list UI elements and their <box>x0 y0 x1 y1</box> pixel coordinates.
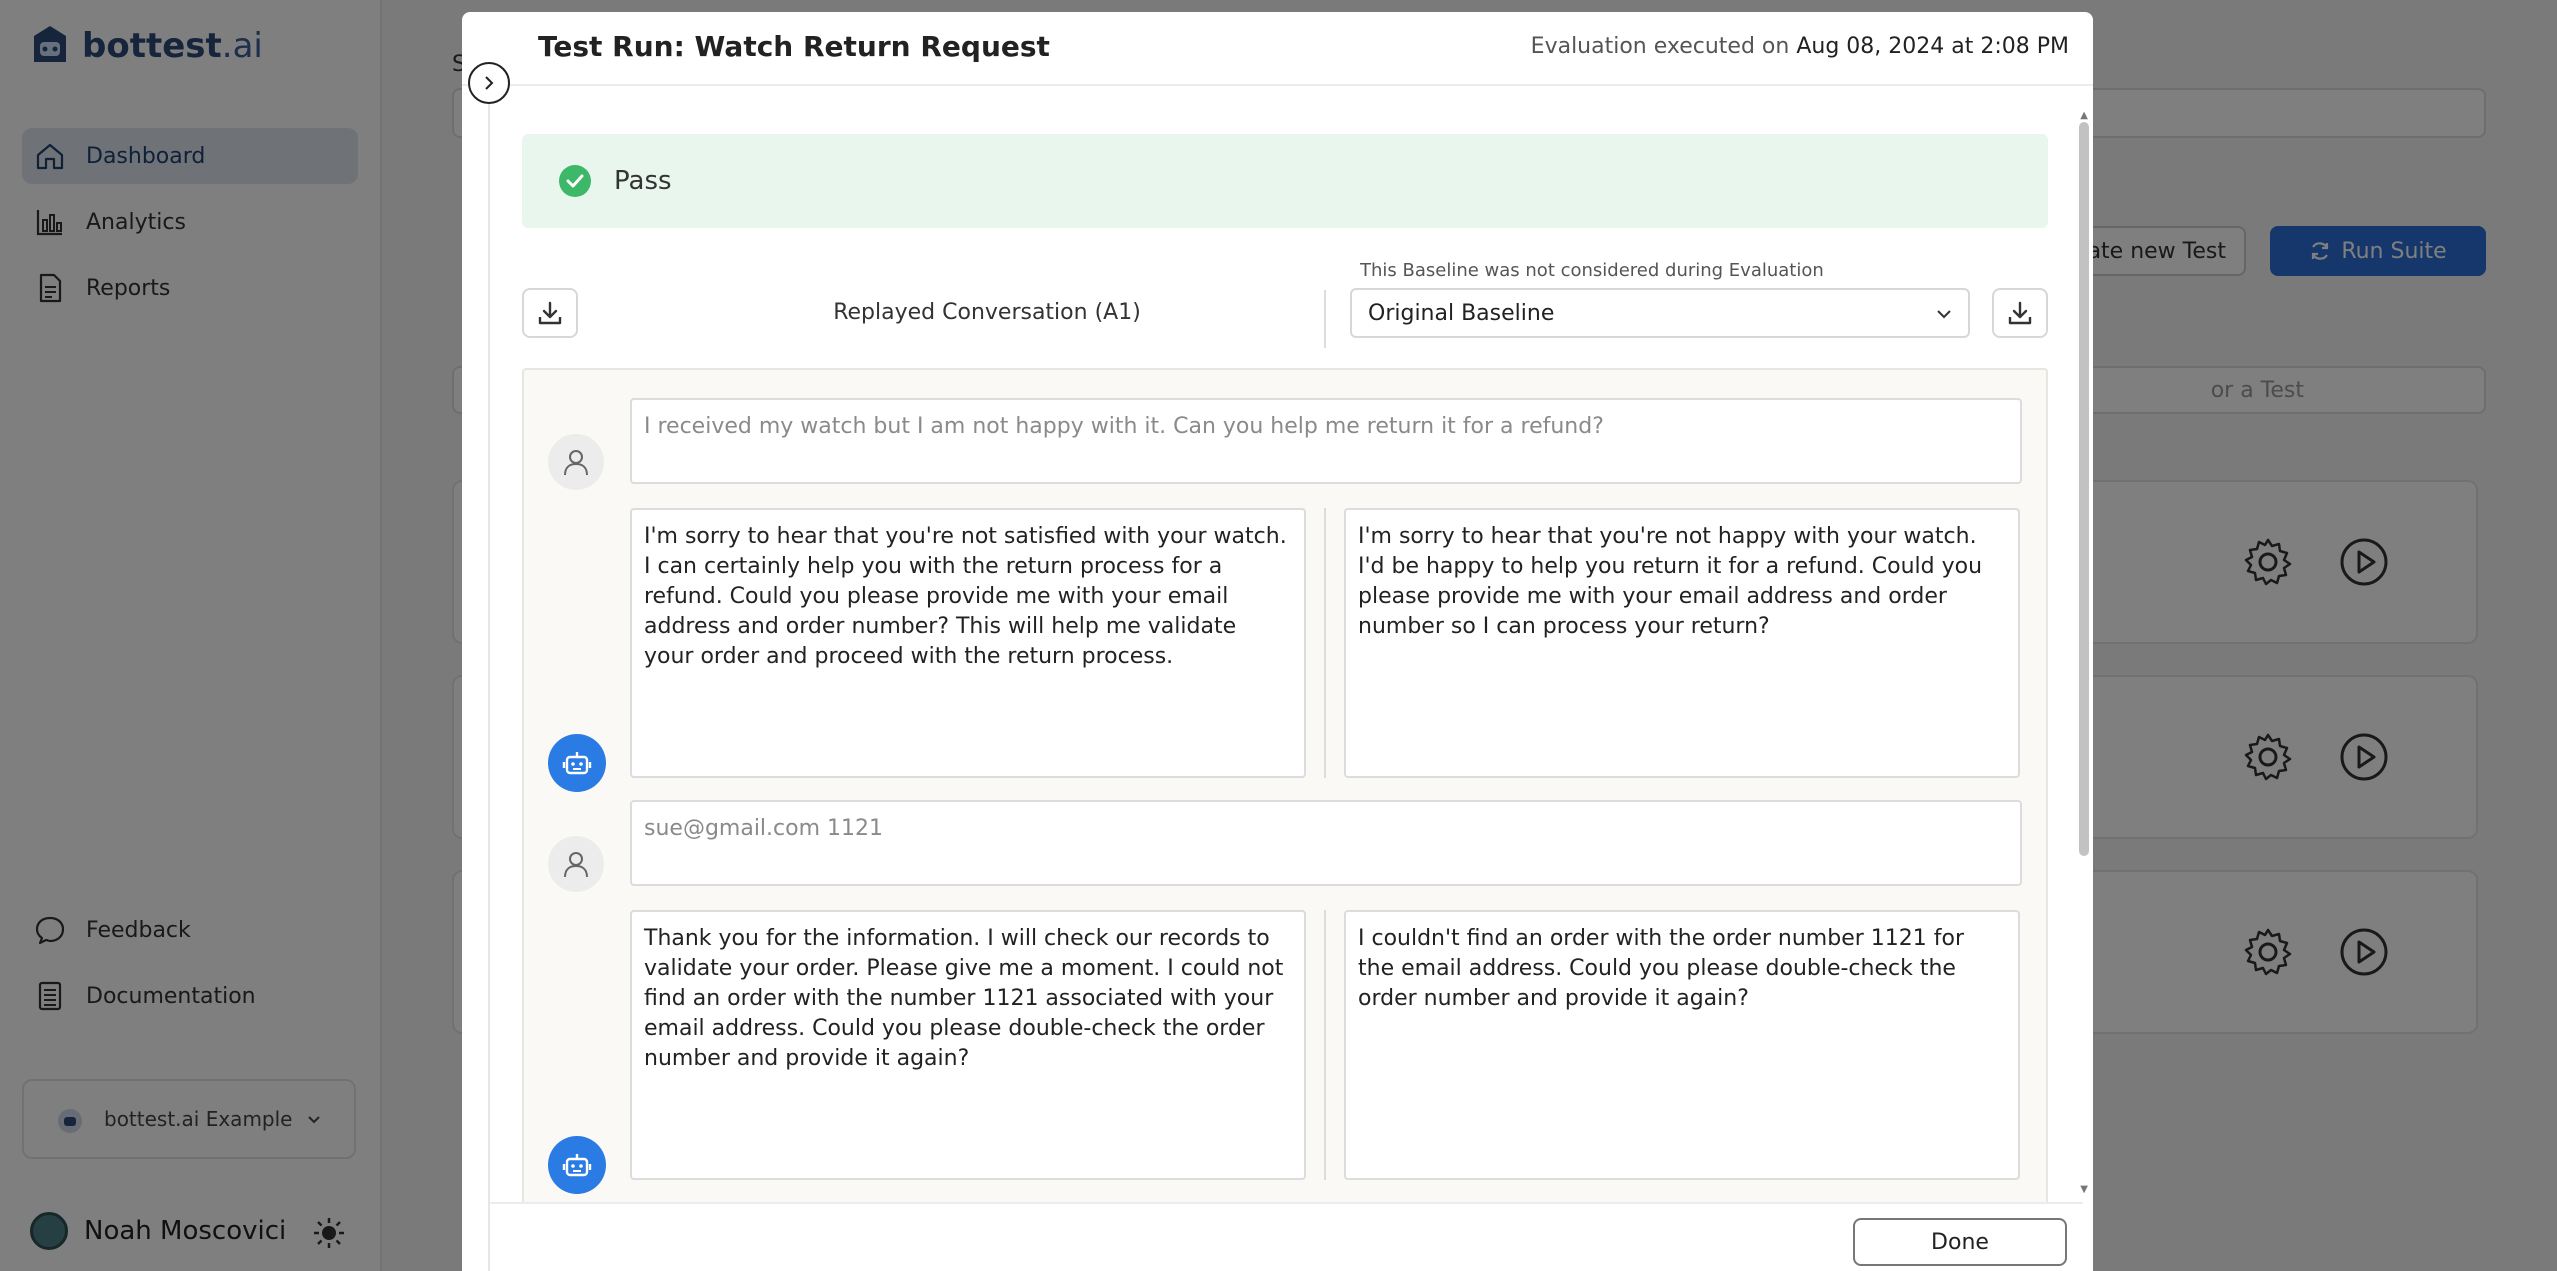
scroll-up-icon[interactable]: ▲ <box>2080 110 2088 121</box>
bot-avatar <box>548 1136 606 1194</box>
robot-icon <box>562 1154 592 1177</box>
user-message: sue@gmail.com 1121 <box>630 800 2022 886</box>
user-avatar <box>548 836 604 892</box>
download-icon <box>538 301 562 325</box>
baseline-note: This Baseline was not considered during … <box>1360 260 1824 281</box>
robot-icon <box>562 752 592 775</box>
check-circle-icon <box>559 165 591 197</box>
modal-header: Test Run: Watch Return Request Evaluatio… <box>462 12 2093 86</box>
status-text: Pass <box>614 166 672 196</box>
bot-baseline-message: I couldn't find an order with the order … <box>1344 910 2020 1180</box>
user-icon <box>564 852 588 878</box>
scrollbar-thumb[interactable] <box>2079 122 2089 856</box>
user-avatar <box>548 434 604 490</box>
modal-title: Test Run: Watch Return Request <box>538 30 1050 63</box>
bot-replay-message: I'm sorry to hear that you're not satisf… <box>630 508 1306 778</box>
bot-baseline-message: I'm sorry to hear that you're not happy … <box>1344 508 2020 778</box>
download-icon <box>2008 301 2032 325</box>
chevron-down-icon <box>1937 310 1951 319</box>
scroll-down-icon[interactable]: ▼ <box>2080 1184 2088 1195</box>
message-divider <box>1324 910 1326 1180</box>
bot-avatar <box>548 734 606 792</box>
user-message: I received my watch but I am not happy w… <box>630 398 2022 484</box>
pass-status-banner: Pass <box>522 134 2048 228</box>
replayed-conversation-label: Replayed Conversation (A1) <box>833 300 1141 325</box>
download-baseline-button[interactable] <box>1992 288 2048 338</box>
baseline-selected-value: Original Baseline <box>1368 300 1555 326</box>
modal-footer: Done <box>490 1202 2083 1271</box>
conversation-panel[interactable]: I received my watch but I am not happy w… <box>522 368 2048 1218</box>
download-replay-button[interactable] <box>522 288 578 338</box>
baseline-select[interactable]: Original Baseline <box>1350 288 1970 338</box>
test-run-modal: Test Run: Watch Return Request Evaluatio… <box>462 12 2093 1271</box>
evaluation-date: Evaluation executed on Aug 08, 2024 at 2… <box>1530 34 2069 59</box>
collapse-panel-button[interactable] <box>468 62 510 104</box>
header-divider <box>1324 290 1326 348</box>
bot-replay-message: Thank you for the information. I will ch… <box>630 910 1306 1180</box>
done-button[interactable]: Done <box>1853 1218 2067 1266</box>
panel-divider <box>488 86 490 1271</box>
chevron-right-icon <box>485 76 494 90</box>
message-divider <box>1324 508 1326 778</box>
user-icon <box>564 450 588 476</box>
